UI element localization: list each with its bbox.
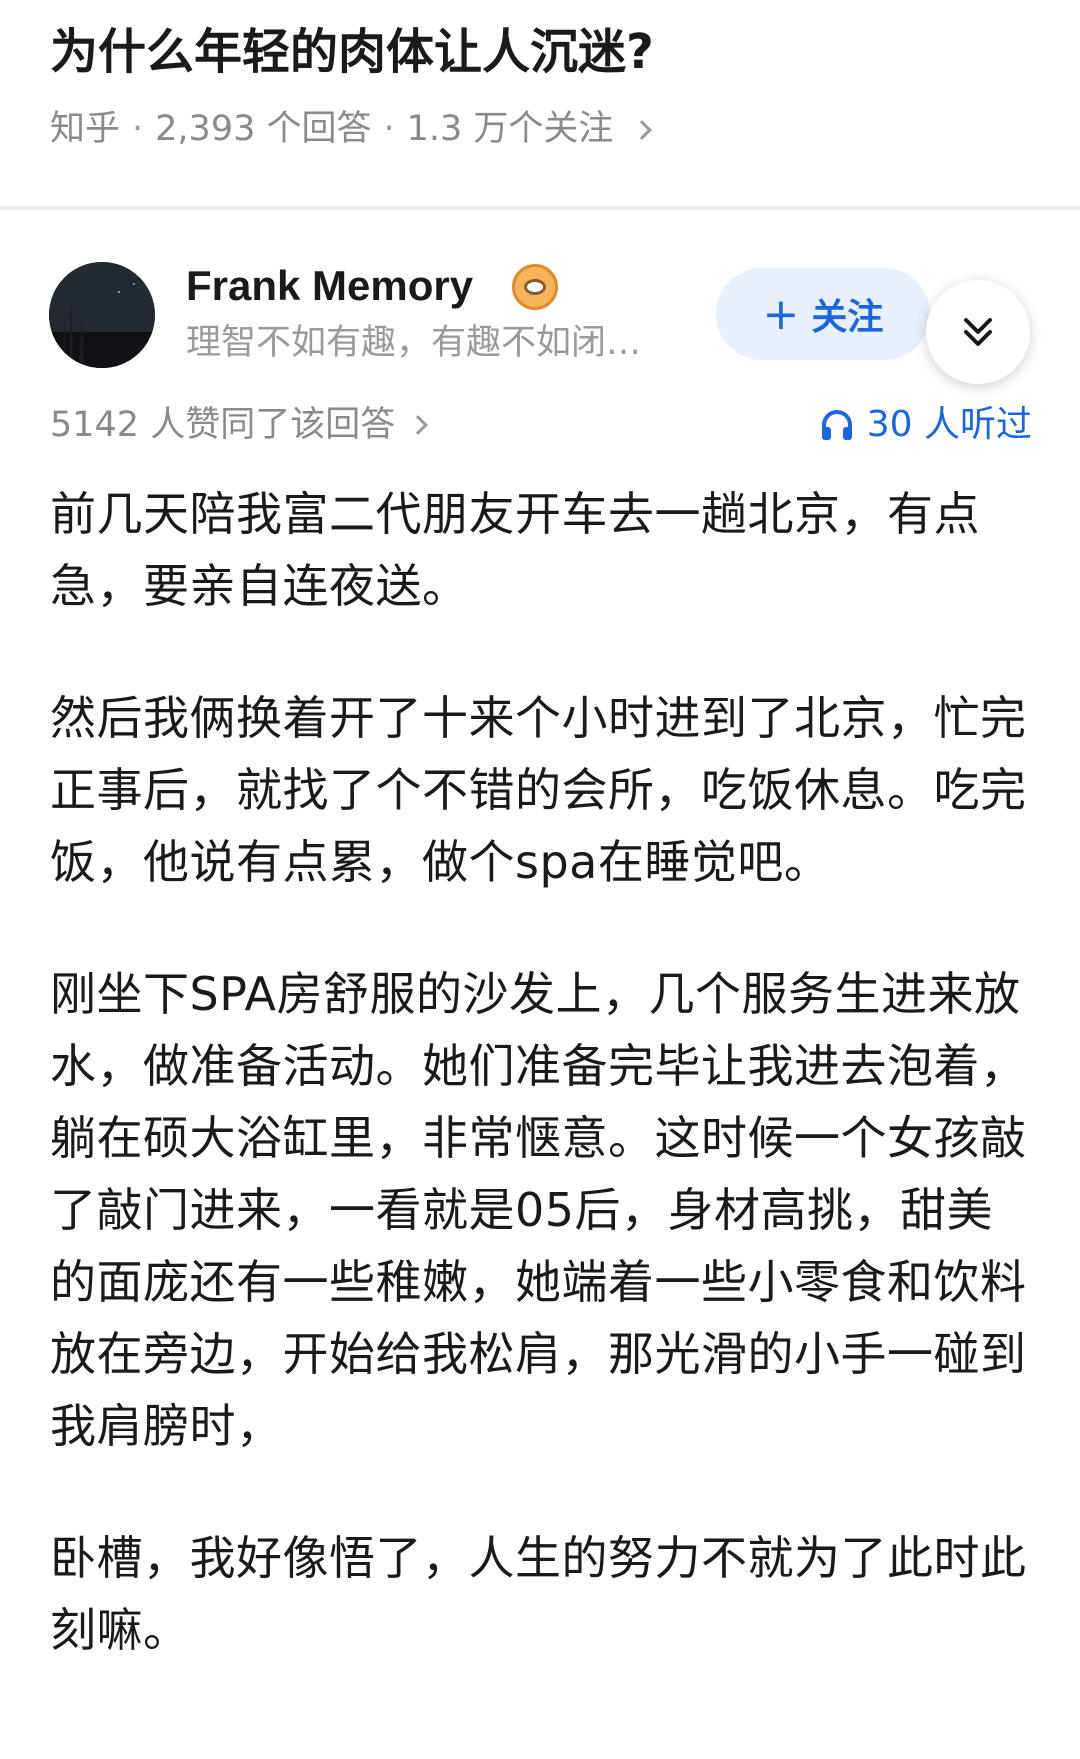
- question-header[interactable]: 为什么年轻的肉体让人沉迷? 知乎 · 2,393 个回答 · 1.3 万个关注: [0, 0, 1080, 206]
- section-divider: [0, 206, 1080, 210]
- eye-badge-icon[interactable]: [512, 264, 558, 310]
- follow-button[interactable]: + 关注: [716, 268, 930, 360]
- follower-count: 1.3 万个关注: [406, 109, 614, 149]
- upvote-count: 5142 人赞同了该回答: [50, 405, 396, 445]
- listen-count: 30 人听过: [866, 404, 1032, 445]
- author-bio: 理智不如有趣，有趣不如闭…: [186, 323, 642, 363]
- follow-label: 关注: [811, 297, 884, 338]
- meta-separator: ·: [132, 109, 144, 149]
- answer-count: 2,393 个回答: [155, 109, 372, 149]
- source-label: 知乎: [50, 109, 121, 149]
- chevron-right-icon: [632, 120, 653, 140]
- plus-icon: +: [762, 288, 800, 340]
- chevron-right-icon: [408, 415, 429, 435]
- author-name[interactable]: Frank Memory: [186, 258, 473, 314]
- answer-paragraph: 然后我俩换着开了十来个小时进到了北京，忙完正事后，就找了个不错的会所，吃饭休息。…: [50, 691, 1027, 889]
- question-title[interactable]: 为什么年轻的肉体让人沉迷?: [50, 18, 654, 86]
- answer-content: 前几天陪我富二代朋友开车去一趟北京，有点急，要亲自连夜送。 然后我俩换着开了十来…: [50, 478, 1032, 1726]
- headphones-icon: [819, 407, 855, 443]
- question-meta[interactable]: 知乎 · 2,393 个回答 · 1.3 万个关注: [50, 104, 653, 154]
- upvote-summary[interactable]: 5142 人赞同了该回答: [50, 400, 429, 450]
- answer-paragraph: 前几天陪我富二代朋友开车去一趟北京，有点急，要亲自连夜送。: [50, 487, 980, 613]
- collapse-button[interactable]: [926, 280, 1030, 384]
- stats-row: 5142 人赞同了该回答 30 人听过: [50, 400, 1032, 450]
- meta-separator: ·: [383, 109, 395, 149]
- avatar-image: [49, 262, 155, 368]
- answer-paragraph: 刚坐下SPA房舒服的沙发上，几个服务生进来放水，做准备活动。她们准备完毕让我进去…: [50, 967, 1027, 1453]
- answer-paragraph: 卧槽，我好像悟了，人生的努力不就为了此时此刻嘛。: [50, 1531, 1027, 1657]
- listen-summary[interactable]: 30 人听过: [819, 400, 1032, 450]
- double-chevron-down-icon: [964, 318, 992, 346]
- avatar[interactable]: [49, 262, 155, 368]
